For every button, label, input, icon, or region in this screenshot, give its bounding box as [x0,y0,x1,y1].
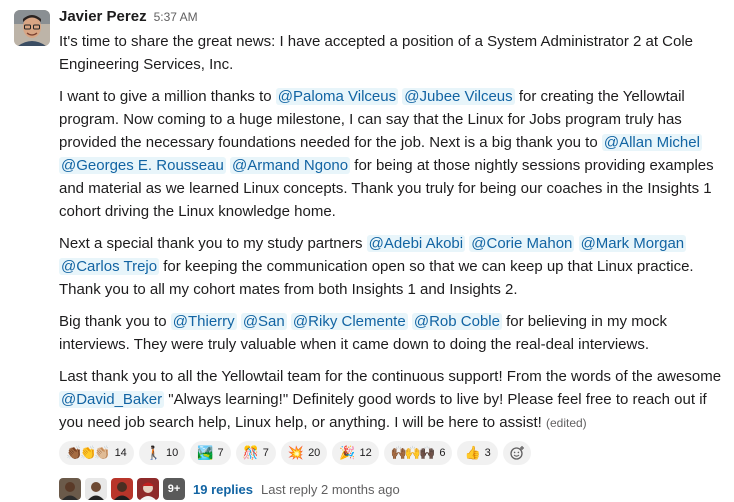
more-repliers-badge: 9+ [163,478,185,500]
message: Javier Perez 5:37 AM It's time to share … [0,0,734,500]
message-timestamp[interactable]: 5:37 AM [154,10,198,24]
replies-link[interactable]: 19 replies [193,482,253,497]
add-emoji-icon [510,446,524,460]
reaction-pill[interactable]: 👏🏾👏👏🏼 14 [59,441,134,465]
user-mention[interactable]: @Thierry [170,313,237,330]
reply-avatar [59,478,81,500]
user-mention[interactable]: @David_Baker [59,391,165,408]
reaction-count: 7 [217,447,224,459]
message-text: It's time to share the great news: I hav… [59,33,694,73]
author-avatar[interactable] [14,10,50,46]
user-mention[interactable]: @San [240,313,287,330]
collision-icon: 💥 [287,445,304,460]
user-mention[interactable]: @Paloma Vilceus [275,88,399,105]
reply-avatar [111,478,133,500]
thread-summary[interactable]: 9+ 19 replies Last reply 2 months ago [59,476,729,502]
graduation-image-icon: 🏞️ [197,445,213,460]
reaction-count: 3 [484,447,491,459]
add-reaction-button[interactable] [502,441,531,465]
message-paragraph: Big thank you to @Thierry @San @Riky Cle… [59,310,729,356]
walking-person-icon: 🚶🏿 [145,445,162,460]
message-text: I want to give a million thanks to [59,88,276,105]
user-mention[interactable]: @Georges E. Rousseau [59,157,226,174]
reaction-count: 10 [166,447,179,459]
congrats-icon: 🎊 [242,445,259,460]
reaction-count: 20 [308,447,321,459]
reply-avatar [137,478,159,500]
reaction-count: 14 [114,447,127,459]
user-mention[interactable]: @Mark Morgan [578,235,687,252]
message-paragraph: I want to give a million thanks to @Palo… [59,85,729,223]
user-mention[interactable]: @Adebi Akobi [366,235,466,252]
message-text: Last thank you to all the Yellowtail tea… [59,368,722,385]
raised-hands-icon: 🙌🏾🙌🙌🏿 [390,445,436,460]
user-mention[interactable]: @Rob Coble [411,313,502,330]
message-text: Big thank you to [59,313,171,330]
reaction-pill[interactable]: 🎊 7 [235,441,276,465]
message-paragraph: Last thank you to all the Yellowtail tea… [59,365,729,435]
reply-avatars: 9+ [59,478,185,500]
edited-label: (edited) [545,416,587,430]
reaction-pill[interactable]: 💥 20 [280,441,328,465]
message-content: Javier Perez 5:37 AM It's time to share … [59,8,729,502]
author-name[interactable]: Javier Perez [59,8,147,25]
reaction-pill[interactable]: 🙌🏾🙌🙌🏿 6 [383,441,453,465]
reaction-pill[interactable]: 👍 3 [457,441,498,465]
last-reply-text: Last reply 2 months ago [261,481,400,497]
party-popper-icon: 🎉 [339,445,355,460]
reaction-pill[interactable]: 🚶🏿 10 [138,441,186,465]
reaction-count: 12 [359,447,372,459]
user-mention[interactable]: @Riky Clemente [290,313,408,330]
message-text [574,235,578,252]
user-mention[interactable]: @Armand Ngono [229,157,351,174]
reaction-pill[interactable]: 🎉 12 [332,441,379,465]
clap-hands-icon: 👏🏾👏👏🏼 [66,445,111,460]
user-mention[interactable]: @Corie Mahon [469,235,575,252]
user-mention[interactable]: @Jubee Vilceus [402,88,515,105]
message-paragraph: Next a special thank you to my study par… [59,232,729,301]
reactions-bar: 👏🏾👏👏🏼 14 🚶🏿 10 🏞️ 7 🎊 7 💥 20 🎉 12 🙌🏾🙌🙌🏿 6 👍 3 [59,440,729,466]
reaction-count: 7 [262,447,269,459]
reaction-count: 6 [439,447,446,459]
author-avatar-image [14,10,50,46]
reaction-pill[interactable]: 🏞️ 7 [190,441,231,465]
message-paragraph: It's time to share the great news: I hav… [59,30,729,76]
thumbs-up-icon: 👍 [464,445,480,460]
user-mention[interactable]: @Carlos Trejo [59,258,160,275]
message-body: It's time to share the great news: I hav… [59,30,729,435]
message-text: Next a special thank you to my study par… [59,235,367,252]
user-mention[interactable]: @Allan Michel [601,134,702,151]
message-header: Javier Perez 5:37 AM [59,8,729,30]
reply-avatar [85,478,107,500]
